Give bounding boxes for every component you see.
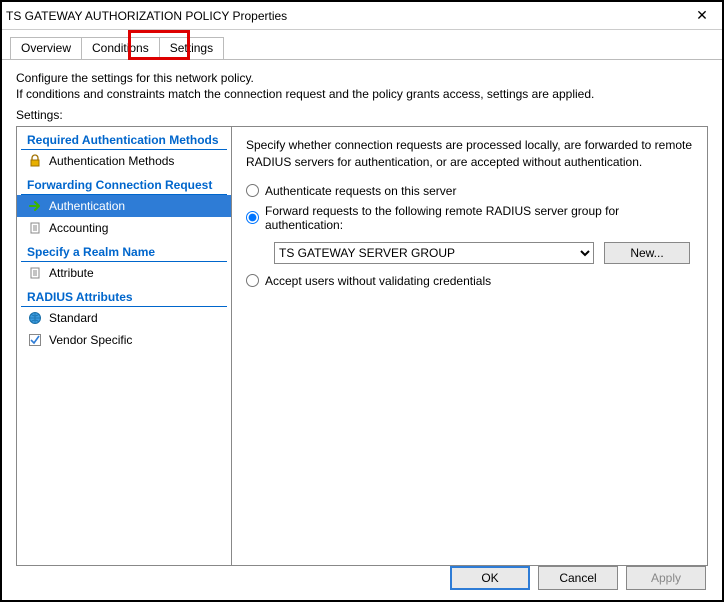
tree-label: Authentication xyxy=(49,199,125,213)
cancel-button[interactable]: Cancel xyxy=(538,566,618,590)
section-forwarding: Forwarding Connection Request xyxy=(21,174,227,195)
desc-line1: Configure the settings for this network … xyxy=(16,70,708,86)
tree-label: Standard xyxy=(49,311,98,325)
document-icon xyxy=(27,220,43,236)
tab-strip: Overview Conditions Settings xyxy=(2,30,722,60)
policy-description: Configure the settings for this network … xyxy=(2,60,722,108)
window-title: TS GATEWAY AUTHORIZATION POLICY Properti… xyxy=(6,9,682,23)
tree-label: Vendor Specific xyxy=(49,333,132,347)
radio-local-label: Authenticate requests on this server xyxy=(265,184,456,198)
content-description: Specify whether connection requests are … xyxy=(246,137,693,169)
radio-accept-noauth[interactable]: Accept users without validating credenti… xyxy=(246,274,693,288)
tree-label: Authentication Methods xyxy=(49,154,174,168)
radio-accept-label: Accept users without validating credenti… xyxy=(265,274,491,288)
dialog-buttons: OK Cancel Apply xyxy=(450,566,706,590)
tab-overview[interactable]: Overview xyxy=(10,37,82,59)
tree-item-auth-methods[interactable]: Authentication Methods xyxy=(17,150,231,172)
new-button[interactable]: New... xyxy=(604,242,690,264)
radio-forward-label: Forward requests to the following remote… xyxy=(265,204,693,232)
tab-settings[interactable]: Settings xyxy=(159,37,224,59)
tree-item-authentication[interactable]: Authentication xyxy=(17,195,231,217)
tree-item-attribute[interactable]: Attribute xyxy=(17,262,231,284)
radio-forward-auth[interactable]: Forward requests to the following remote… xyxy=(246,204,693,232)
radio-forward-input[interactable] xyxy=(246,211,259,224)
radio-local-input[interactable] xyxy=(246,184,259,197)
section-radius: RADIUS Attributes xyxy=(21,286,227,307)
document-icon xyxy=(27,265,43,281)
radius-group-select[interactable]: TS GATEWAY SERVER GROUP xyxy=(274,242,594,264)
tree-item-standard[interactable]: Standard xyxy=(17,307,231,329)
main-panel: Required Authentication Methods Authenti… xyxy=(16,126,708,566)
radio-accept-input[interactable] xyxy=(246,274,259,287)
radio-local-auth[interactable]: Authenticate requests on this server xyxy=(246,184,693,198)
tree-label: Accounting xyxy=(49,221,108,235)
globe-icon xyxy=(27,310,43,326)
tree-item-accounting[interactable]: Accounting xyxy=(17,217,231,239)
settings-tree: Required Authentication Methods Authenti… xyxy=(17,127,232,565)
apply-button[interactable]: Apply xyxy=(626,566,706,590)
lock-icon xyxy=(27,153,43,169)
arrow-right-icon xyxy=(27,198,43,214)
tab-conditions[interactable]: Conditions xyxy=(81,37,160,59)
title-bar: TS GATEWAY AUTHORIZATION POLICY Properti… xyxy=(2,2,722,30)
settings-label: Settings: xyxy=(2,108,722,126)
close-icon[interactable]: ✕ xyxy=(682,2,722,30)
section-auth-methods: Required Authentication Methods xyxy=(21,129,227,150)
tree-label: Attribute xyxy=(49,266,94,280)
radius-group-row: TS GATEWAY SERVER GROUP New... xyxy=(274,242,693,264)
section-realm: Specify a Realm Name xyxy=(21,241,227,262)
checkbox-icon xyxy=(27,332,43,348)
content-panel: Specify whether connection requests are … xyxy=(232,127,707,565)
desc-line2: If conditions and constraints match the … xyxy=(16,86,708,102)
tree-item-vendor[interactable]: Vendor Specific xyxy=(17,329,231,351)
ok-button[interactable]: OK xyxy=(450,566,530,590)
